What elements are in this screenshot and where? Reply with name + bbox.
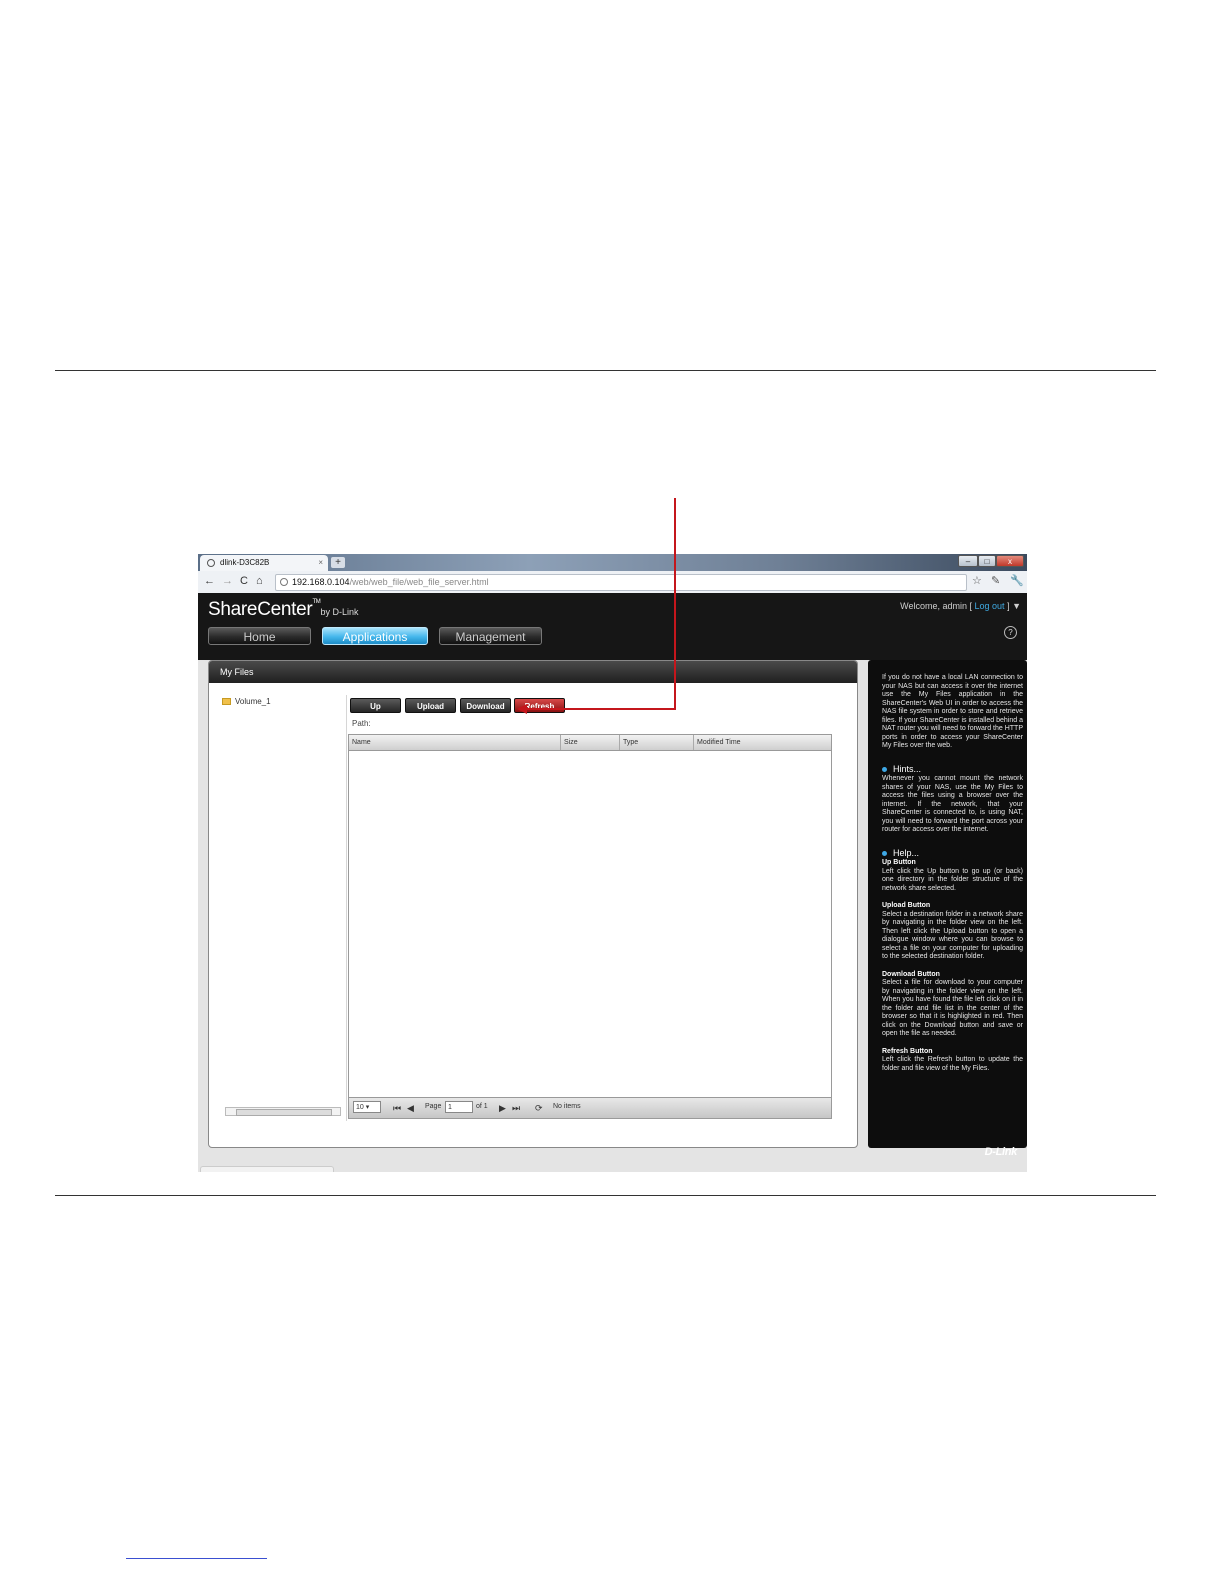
- prev-page-icon[interactable]: ◀: [407, 1103, 414, 1113]
- browser-status-bar: [200, 1166, 334, 1172]
- path-label: Path:: [352, 719, 371, 728]
- star-icon[interactable]: ☆: [972, 574, 982, 588]
- help-icon[interactable]: ?: [1004, 626, 1017, 639]
- bullet-icon: [882, 850, 887, 856]
- logout-link[interactable]: Log out: [975, 601, 1005, 611]
- close-window-button[interactable]: x: [996, 555, 1024, 567]
- callout-line-horizontal: [526, 708, 676, 710]
- page-label: Page: [425, 1103, 442, 1110]
- browser-tab[interactable]: dlink-D3C82B ×: [200, 555, 328, 571]
- page-info-icon: [280, 578, 288, 586]
- browser-tab-bar: dlink-D3C82B × + – □ x: [198, 554, 1027, 571]
- dlink-logo: D-Link: [984, 1145, 1018, 1158]
- url-input[interactable]: 192.168.0.104/web/web_file/web_file_serv…: [275, 574, 967, 591]
- download-help-text: Select a file for download to your compu…: [882, 979, 1023, 1037]
- top-rule: [55, 370, 1156, 371]
- address-toolbar: ← → C ⌂ 192.168.0.104/web/web_file/web_f…: [198, 571, 1027, 594]
- screenshot: dlink-D3C82B × + – □ x ← → C ⌂ 192.168.0…: [198, 554, 1027, 1172]
- footer-link-underline: [126, 1558, 267, 1559]
- help-intro: If you do not have a local LAN connectio…: [882, 674, 1023, 749]
- url-path: /web/web_file/web_file_server.html: [349, 577, 489, 587]
- callout-arrowhead: [517, 704, 527, 714]
- forward-icon[interactable]: →: [222, 574, 233, 588]
- folder-tree: Volume_1: [222, 697, 271, 706]
- refresh-help-title: Refresh Button: [882, 1047, 933, 1055]
- home-icon[interactable]: ⌂: [256, 574, 263, 588]
- my-files-panel: My Files Volume_1 Up Upload Download Ref…: [208, 660, 858, 1148]
- help-sidebar: If you do not have a local LAN connectio…: [868, 660, 1027, 1157]
- col-type[interactable]: Type: [620, 735, 694, 750]
- next-page-icon[interactable]: ▶: [499, 1103, 506, 1113]
- pager: 10 ▾ ⏮ ◀ Page 1 of 1 ▶ ⏭ ⟳ No items: [349, 1097, 831, 1118]
- nav-home[interactable]: Home: [208, 627, 311, 645]
- up-help-title: Up Button: [882, 859, 916, 866]
- upload-help-text: Select a destination folder in a network…: [882, 910, 1023, 961]
- tab-title: dlink-D3C82B: [220, 558, 270, 567]
- callout-line-vertical: [674, 498, 676, 709]
- nav-applications[interactable]: Applications: [322, 627, 428, 645]
- maximize-button[interactable]: □: [978, 555, 996, 567]
- panel-divider[interactable]: [346, 695, 347, 1121]
- new-tab-button[interactable]: +: [331, 557, 345, 568]
- back-icon[interactable]: ←: [204, 574, 215, 588]
- scrollbar-thumb[interactable]: [236, 1109, 332, 1116]
- bullet-icon: [882, 766, 887, 772]
- last-page-icon[interactable]: ⏭: [512, 1103, 520, 1113]
- up-help-text: Left click the Up button to go up (or ba…: [882, 867, 1023, 892]
- page-of: of 1: [476, 1103, 488, 1110]
- tree-item-volume[interactable]: Volume_1: [235, 697, 271, 706]
- help-title: Help...: [893, 847, 920, 858]
- pen-icon[interactable]: ✎: [991, 574, 1000, 588]
- refresh-help-text: Left click the Refresh button to update …: [882, 1056, 1023, 1072]
- minimize-button[interactable]: –: [958, 555, 978, 567]
- col-modified[interactable]: Modified Time: [694, 735, 831, 750]
- col-size[interactable]: Size: [561, 735, 620, 750]
- upload-help-title: Upload Button: [882, 902, 931, 909]
- bottom-rule: [55, 1195, 1156, 1196]
- up-button[interactable]: Up: [350, 698, 401, 713]
- upload-button[interactable]: Upload: [405, 698, 456, 713]
- url-host: 192.168.0.104: [292, 577, 350, 587]
- globe-icon: [207, 559, 215, 567]
- refresh-icon[interactable]: ⟳: [535, 1103, 543, 1113]
- grid-header: Name Size Type Modified Time: [349, 735, 831, 751]
- hints-text: Whenever you cannot mount the network sh…: [882, 775, 1023, 833]
- col-name[interactable]: Name: [349, 735, 561, 750]
- download-button[interactable]: Download: [460, 698, 511, 713]
- page-input[interactable]: 1: [445, 1101, 473, 1113]
- download-help-title: Download Button: [882, 970, 940, 978]
- nav-management[interactable]: Management: [439, 627, 542, 645]
- tree-scrollbar[interactable]: [225, 1107, 341, 1116]
- folder-icon: [222, 698, 231, 706]
- close-tab-icon[interactable]: ×: [318, 555, 323, 571]
- sharecenter-logo: ShareCenterTMby D-Link: [208, 599, 359, 620]
- main-area: My Files Volume_1 Up Upload Download Ref…: [198, 660, 1027, 1172]
- reload-icon[interactable]: C: [240, 574, 248, 588]
- app-header: ShareCenterTMby D-Link Welcome, admin [ …: [198, 593, 1027, 660]
- panel-title: My Files: [209, 661, 857, 683]
- status-text: No items: [553, 1103, 581, 1110]
- file-grid[interactable]: Name Size Type Modified Time 10 ▾ ⏮ ◀ Pa…: [348, 734, 832, 1119]
- first-page-icon[interactable]: ⏮: [393, 1103, 401, 1113]
- wrench-icon[interactable]: 🔧: [1010, 574, 1024, 588]
- welcome-text: Welcome, admin [ Log out ] ▼: [900, 601, 1021, 611]
- hints-title: Hints...: [893, 763, 922, 774]
- page-size-select[interactable]: 10 ▾: [353, 1101, 381, 1113]
